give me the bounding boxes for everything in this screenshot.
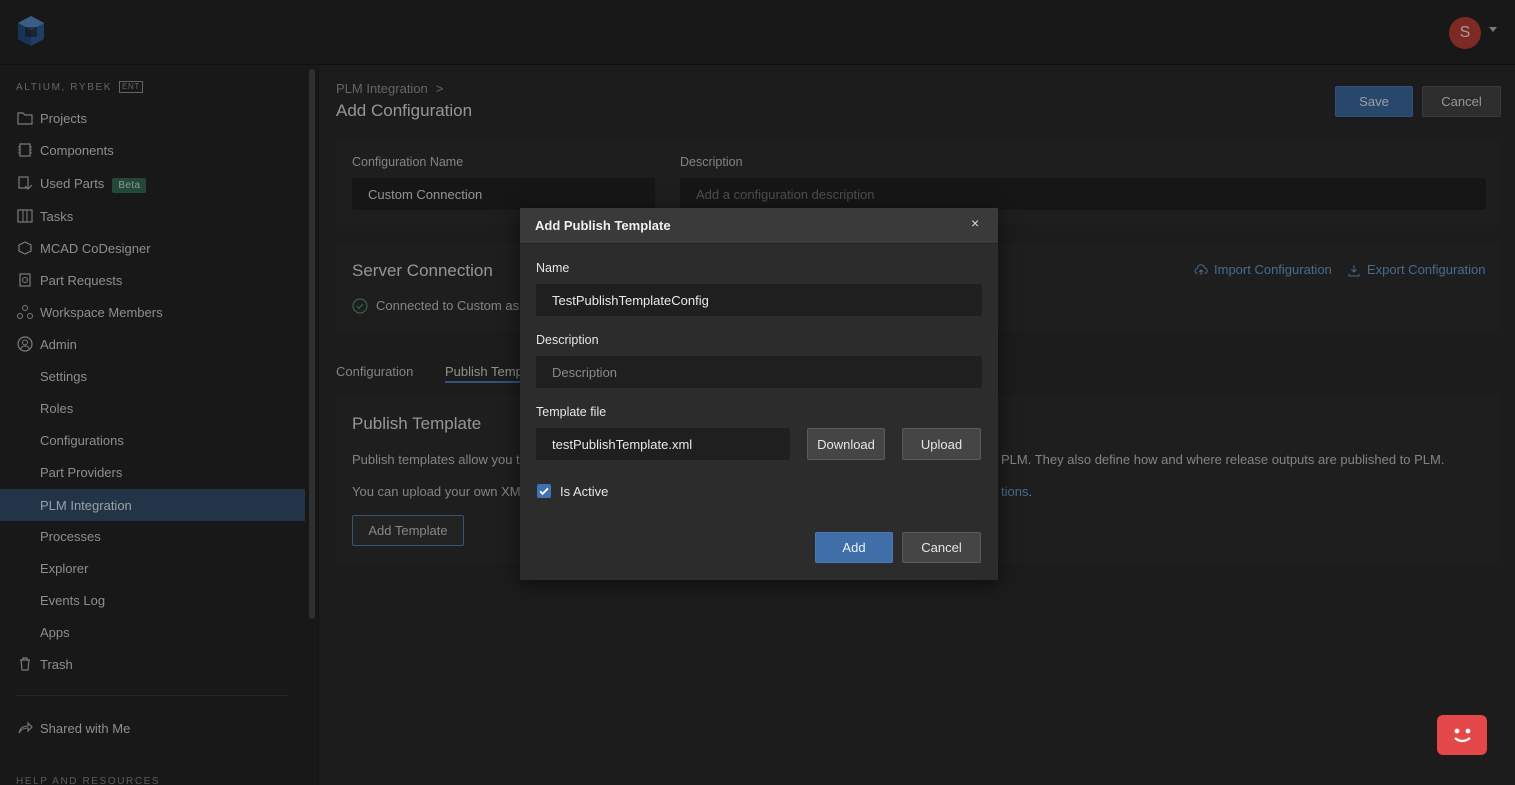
dialog-title: Add Publish Template xyxy=(535,218,671,233)
template-name-input[interactable]: TestPublishTemplateConfig xyxy=(536,284,982,316)
template-file-input[interactable]: testPublishTemplate.xml xyxy=(536,428,790,460)
download-button[interactable]: Download xyxy=(807,428,885,460)
name-label: Name xyxy=(536,261,570,275)
is-active-label: Is Active xyxy=(560,484,609,499)
add-publish-template-dialog: Add Publish Template × Name TestPublishT… xyxy=(520,208,998,580)
template-file-label: Template file xyxy=(536,405,607,419)
dialog-cancel-button[interactable]: Cancel xyxy=(902,532,981,563)
checkmark-icon xyxy=(539,487,549,496)
is-active-checkbox[interactable] xyxy=(537,484,551,498)
smiley-icon xyxy=(1454,728,1471,743)
close-icon[interactable]: × xyxy=(971,215,979,231)
dialog-header: Add Publish Template × xyxy=(520,208,998,244)
template-description-input[interactable]: Description xyxy=(536,356,982,388)
add-button[interactable]: Add xyxy=(815,532,893,563)
upload-button[interactable]: Upload xyxy=(902,428,981,460)
description-label: Description xyxy=(536,333,599,347)
feedback-widget[interactable] xyxy=(1437,715,1487,755)
